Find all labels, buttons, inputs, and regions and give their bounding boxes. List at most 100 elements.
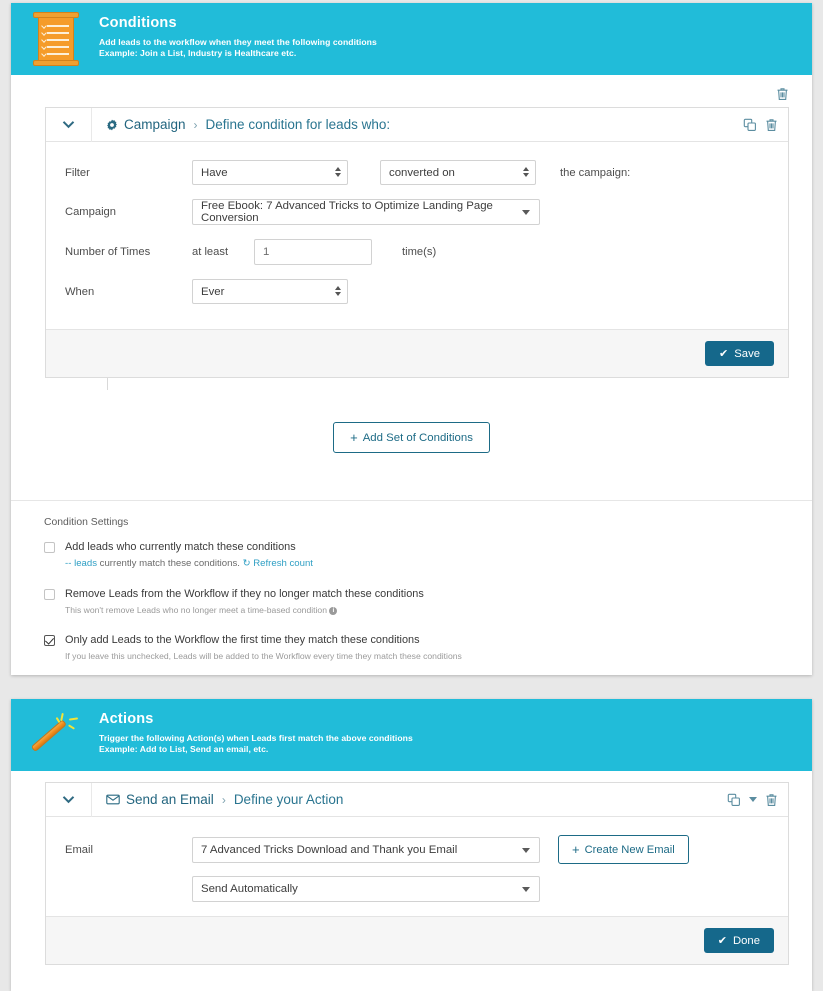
action-select-wrap: converted on [380, 160, 536, 185]
create-new-email-button[interactable]: + Create New Email [558, 835, 689, 864]
page-left-gutter [0, 0, 11, 991]
filter-label: Filter [65, 166, 90, 179]
settings-divider [11, 500, 812, 501]
setting-remove-leads: Remove Leads from the Workflow if they n… [44, 588, 792, 616]
trash-icon[interactable] [765, 793, 778, 807]
magic-wand-icon [27, 706, 85, 764]
filter-row: Filter Have converted on the campaign: [46, 160, 788, 185]
number-of-times-label: Number of Times [65, 246, 151, 258]
number-of-times-row: Number of Times at least time(s) [46, 239, 788, 265]
match-count-rest: currently match these conditions. [99, 557, 240, 569]
match-count-line: -- leads currently match these condition… [65, 558, 792, 570]
conditions-subtitle-line-2: Example: Join a List, Industry is Health… [99, 48, 297, 59]
workflow-editor-page: Conditions Add leads to the workflow whe… [0, 0, 823, 991]
gear-badge-icon [106, 119, 118, 131]
refresh-icon[interactable]: ↻ [243, 558, 251, 569]
condition-settings: Condition Settings Add leads who current… [44, 517, 792, 675]
email-label: Email [65, 843, 93, 856]
breadcrumb-action-define: Define your Action [233, 792, 344, 807]
collapse-toggle-icon[interactable] [46, 107, 92, 142]
done-button[interactable]: ✔ Done [703, 928, 774, 953]
condition-panel: Campaign › Define condition for leads wh… [45, 107, 789, 378]
checkbox-only-add-first-time[interactable] [44, 634, 55, 646]
trash-icon[interactable] [776, 87, 789, 101]
checkbox-add-matching-leads[interactable] [44, 542, 55, 553]
trash-icon[interactable] [765, 118, 778, 132]
setting-add-matching-leads: Add leads who currently match these cond… [44, 541, 792, 570]
number-of-times-input[interactable] [254, 239, 372, 265]
send-mode-row: Send Automatically [46, 876, 788, 902]
refresh-count-link[interactable]: Refresh count [253, 558, 313, 569]
info-icon[interactable]: i [329, 606, 338, 615]
check-icon: ✔ [719, 348, 729, 360]
copy-icon[interactable] [743, 118, 757, 132]
setting-sublabel: This won't remove Leads who no longer me… [65, 605, 792, 616]
action-panel-footer: ✔ Done [46, 916, 788, 964]
setting-only-add-first-time: Only add Leads to the Workflow the first… [44, 634, 792, 662]
action-panel-header: Send an Email › Define your Action [46, 782, 788, 817]
setting-label: Add leads who currently match these cond… [65, 541, 296, 553]
when-row: When Ever [46, 279, 788, 304]
plus-icon: + [350, 430, 358, 445]
breadcrumb-condition-type: Campaign [124, 117, 186, 132]
envelope-icon [106, 794, 120, 805]
actions-subtitle-line-1: Trigger the following Action(s) when Lea… [99, 732, 413, 743]
actions-card: Actions Trigger the following Action(s) … [11, 699, 812, 991]
collapse-toggle-icon[interactable] [46, 782, 92, 817]
filter-select[interactable]: Have [192, 160, 348, 185]
email-select[interactable]: 7 Advanced Tricks Download and Thank you… [192, 836, 540, 863]
when-label: When [65, 285, 95, 298]
breadcrumb-condition-define: Define condition for leads who: [205, 117, 391, 132]
condition-panel-header: Campaign › Define condition for leads wh… [46, 107, 788, 142]
conditions-banner: Conditions Add leads to the workflow whe… [11, 3, 812, 75]
actions-subtitle-line-2: Example: Add to List, Send an email, etc… [99, 744, 269, 755]
campaign-select[interactable]: Free Ebook: 7 Advanced Tricks to Optimiz… [192, 199, 540, 225]
condition-settings-title: Condition Settings [44, 517, 129, 528]
plus-icon: + [572, 842, 580, 857]
add-set-of-conditions-button[interactable]: + Add Set of Conditions [333, 422, 490, 453]
scroll-checklist-icon [27, 10, 85, 68]
add-set-of-conditions-label: Add Set of Conditions [362, 431, 473, 444]
campaign-select-value: Free Ebook: 7 Advanced Tricks to Optimiz… [201, 200, 493, 224]
filter-trailing-text: the campaign: [560, 166, 631, 179]
campaign-label: Campaign [65, 206, 116, 218]
condition-panel-footer: ✔ Save [46, 329, 788, 377]
save-button-label: Save [734, 347, 760, 360]
save-button[interactable]: ✔ Save [705, 341, 774, 366]
breadcrumb-separator: › [193, 117, 198, 132]
done-button-label: Done [732, 934, 760, 947]
conditions-subtitle-line-1: Add leads to the workflow when they meet… [99, 36, 377, 47]
actions-title: Actions [99, 710, 154, 727]
condition-action-select[interactable]: converted on [380, 160, 536, 185]
send-mode-select[interactable]: Send Automatically [192, 876, 540, 902]
action-form: Email 7 Advanced Tricks Download and Tha… [46, 817, 788, 902]
at-least-text: at least [192, 246, 229, 258]
match-count-word: leads [74, 557, 97, 569]
actions-banner: Actions Trigger the following Action(s) … [11, 699, 812, 771]
checkbox-remove-leads[interactable] [44, 589, 55, 601]
when-select[interactable]: Ever [192, 279, 348, 304]
chevron-down-icon [522, 847, 530, 853]
chevron-down-icon [522, 210, 530, 215]
times-suffix-text: time(s) [402, 246, 437, 258]
campaign-row: Campaign Free Ebook: 7 Advanced Tricks t… [46, 199, 788, 225]
conditions-set-toolbar [776, 87, 789, 106]
email-row: Email 7 Advanced Tricks Download and Tha… [46, 835, 788, 864]
conditions-card: Conditions Add leads to the workflow whe… [11, 3, 812, 675]
setting-label: Remove Leads from the Workflow if they n… [65, 588, 424, 601]
setting-label: Only add Leads to the Workflow the first… [65, 633, 420, 646]
condition-connector-line [107, 378, 108, 390]
check-icon: ✔ [717, 935, 727, 947]
action-panel: Send an Email › Define your Action Email… [45, 782, 789, 965]
create-new-email-label: Create New Email [584, 843, 675, 856]
chevron-down-icon[interactable] [749, 797, 757, 802]
condition-form: Filter Have converted on the campaign: C… [46, 142, 788, 304]
when-select-wrap: Ever [192, 279, 348, 304]
conditions-title: Conditions [99, 14, 177, 31]
copy-icon[interactable] [727, 793, 741, 807]
email-select-value: 7 Advanced Tricks Download and Thank you… [201, 843, 458, 856]
filter-select-wrap: Have [192, 160, 348, 185]
add-set-of-conditions-wrap: + Add Set of Conditions [11, 422, 812, 453]
setting-sublabel-text: This won't remove Leads who no longer me… [65, 604, 327, 615]
match-count-value: -- [65, 557, 72, 569]
